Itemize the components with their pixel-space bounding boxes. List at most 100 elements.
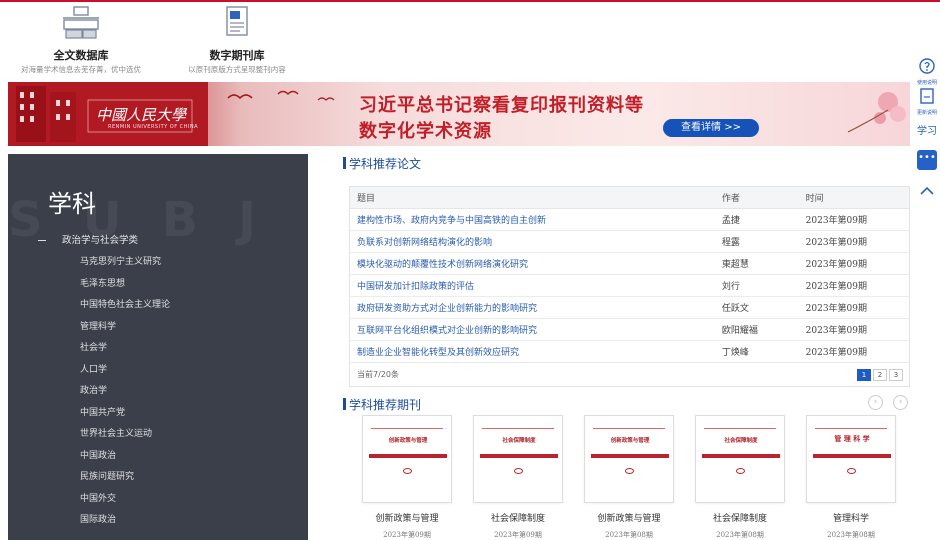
paper-date: 2023年第09期	[798, 230, 910, 253]
journal-card[interactable]: 社会保障制度 社会保障制度 2023年第08期	[695, 415, 785, 540]
journal-card[interactable]: 管 理 科 学 管理科学 2023年第08期	[806, 415, 896, 540]
recommended-papers-title: 学科推荐论文	[342, 157, 422, 171]
bird-decoration-icon	[227, 90, 335, 101]
paper-title-link[interactable]: 负联系对创新网络结构演化的影响	[349, 230, 715, 253]
subject-item[interactable]: 毛泽东思想	[80, 274, 170, 296]
chat-icon: •••	[917, 150, 937, 170]
journal-icon	[226, 6, 248, 36]
cover-title: 创新政策与管理	[388, 438, 428, 444]
subject-item[interactable]: 中国外交	[80, 489, 170, 511]
subject-item[interactable]: 人口学	[80, 360, 170, 382]
journal-name[interactable]: 创新政策与管理	[584, 511, 674, 524]
subject-title: 学科	[48, 190, 96, 218]
table-row: 建构性市场、政府内竞争与中国高铁的自主创新 孟捷 2023年第09期	[349, 208, 910, 231]
journal-card[interactable]: 社会保障制度 社会保障制度 2023年第09期	[473, 415, 563, 540]
paper-title-link[interactable]: 建构性市场、政府内竞争与中国高铁的自主创新	[349, 208, 715, 231]
column-header-date: 时间	[798, 186, 910, 209]
digital-journal-card[interactable]: 数字期刊库 以原刊原版方式呈现整刊内容	[172, 6, 302, 75]
paper-title-link[interactable]: 中国研发加计扣除政策的评估	[349, 274, 715, 297]
journal-issue: 2023年第09期	[383, 531, 431, 539]
journal-name[interactable]: 社会保障制度	[695, 511, 785, 524]
carousel-prev-button[interactable]: ‹	[868, 395, 883, 410]
chat-widget[interactable]: •••	[916, 150, 938, 170]
cover-band	[369, 454, 447, 458]
cover-band	[813, 454, 891, 458]
cover-emblem-icon	[625, 468, 634, 474]
study-widget[interactable]: 学习	[916, 122, 938, 137]
promo-banner[interactable]: 中國人民大學 RENMIN UNIVERSITY OF CHINA 习近平总书记…	[8, 82, 910, 146]
paper-author: 東超慧	[714, 252, 799, 275]
table-footer: 当前7/20条 123	[350, 363, 910, 387]
subject-item[interactable]: 马克思列宁主义研究	[80, 252, 170, 274]
paper-author: 程露	[714, 230, 799, 253]
chevron-up-icon	[920, 186, 934, 195]
journal-cover[interactable]: 社会保障制度	[473, 415, 563, 503]
journal-card[interactable]: 创新政策与管理 创新政策与管理 2023年第09期	[362, 415, 452, 540]
cover-title: 管 理 科 学	[834, 435, 870, 443]
paper-title-link[interactable]: 互联网平台化组织模式对企业创新的影响研究	[349, 318, 715, 341]
cover-emblem-icon	[736, 468, 745, 474]
cover-rule	[704, 428, 776, 429]
paper-date: 2023年第09期	[798, 274, 910, 297]
column-header-title: 题目	[349, 186, 715, 209]
table-row: 中国研发加计扣除政策的评估 刘行 2023年第09期	[349, 274, 910, 297]
subject-item[interactable]: 世界社会主义运动	[80, 424, 170, 446]
subject-category-political-sociology[interactable]: 政治学与社会学类	[38, 232, 138, 246]
bookshelf-icon	[63, 6, 99, 39]
paper-date: 2023年第09期	[798, 318, 910, 341]
subject-item[interactable]: 中国特色社会主义理论	[80, 295, 170, 317]
journal-issue: 2023年第08期	[716, 531, 764, 539]
recommended-papers-table: 题目 作者 时间 建构性市场、政府内竞争与中国高铁的自主创新 孟捷 2023年第…	[349, 186, 910, 387]
help-widget[interactable]: 使用说明	[916, 58, 938, 86]
subject-item[interactable]: 管理科学	[80, 317, 170, 339]
cover-emblem-icon	[514, 468, 523, 474]
chevron-right-icon: ›	[898, 397, 903, 407]
subject-item[interactable]: 中国共产党	[80, 403, 170, 425]
subject-panel: SUBJ 学科 政治学与社会学类 马克思列宁主义研究 毛泽东思想 中国特色社会主…	[8, 154, 308, 540]
page-button-2[interactable]: 2	[873, 368, 887, 381]
update-widget[interactable]: 更新说明	[916, 88, 938, 116]
view-details-button[interactable]: 查看详情 >>	[663, 119, 759, 137]
paper-title-link[interactable]: 政府研发资助方式对企业创新能力的影响研究	[349, 296, 715, 319]
journal-name[interactable]: 管理科学	[806, 511, 896, 524]
paper-author: 任跃文	[714, 296, 799, 319]
journal-card[interactable]: 创新政策与管理 创新政策与管理 2023年第08期	[584, 415, 674, 540]
cover-rule	[371, 428, 443, 429]
table-row: 负联系对创新网络结构演化的影响 程露 2023年第09期	[349, 230, 910, 253]
university-logo-text: 中國人民大學	[96, 106, 187, 124]
cover-title: 社会保障制度	[502, 438, 536, 444]
page-button-3[interactable]: 3	[889, 368, 903, 381]
paper-author: 孟捷	[714, 208, 799, 231]
table-row: 制造业企业智能化转型及其创新效应研究 丁焕峰 2023年第09期	[349, 340, 910, 363]
fulltext-database-title: 全文数据库	[53, 49, 109, 62]
cover-title: 创新政策与管理	[610, 438, 650, 444]
carousel-next-button[interactable]: ›	[893, 395, 908, 410]
question-icon	[919, 58, 935, 74]
back-to-top-widget[interactable]	[916, 182, 938, 201]
subject-item[interactable]: 国际政治	[80, 510, 170, 532]
journal-name[interactable]: 创新政策与管理	[362, 511, 452, 524]
cover-emblem-icon	[403, 468, 412, 474]
table-row: 模块化驱动的颠覆性技术创新网络演化研究 東超慧 2023年第09期	[349, 252, 910, 275]
subject-item[interactable]: 民族问题研究	[80, 467, 170, 489]
cover-rule	[482, 428, 554, 429]
fulltext-database-card[interactable]: 全文数据库 对海量学术信息去芜存菁，优中选优	[16, 6, 146, 75]
paper-title-link[interactable]: 制造业企业智能化转型及其创新效应研究	[349, 340, 715, 363]
subject-item[interactable]: 政治学	[80, 381, 170, 403]
cover-rule	[815, 428, 887, 429]
table-footer-row: 当前7/20条 123	[350, 363, 910, 387]
journal-cover[interactable]: 社会保障制度	[695, 415, 785, 503]
journal-cover[interactable]: 创新政策与管理	[584, 415, 674, 503]
subject-item[interactable]: 中国政治	[80, 446, 170, 468]
help-widget-label: 使用说明	[916, 80, 937, 86]
subject-item[interactable]: 社会学	[80, 338, 170, 360]
journal-cover[interactable]: 管 理 科 学	[806, 415, 896, 503]
paper-title-link[interactable]: 模块化驱动的颠覆性技术创新网络演化研究	[349, 252, 715, 275]
cover-emblem-icon	[847, 468, 856, 474]
journal-name[interactable]: 社会保障制度	[473, 511, 563, 524]
journal-issue: 2023年第08期	[827, 531, 875, 539]
page-button-1[interactable]: 1	[857, 368, 871, 381]
collapse-icon	[38, 240, 46, 241]
table-header-row: 题目 作者 时间	[349, 186, 910, 209]
journal-cover[interactable]: 创新政策与管理	[362, 415, 452, 503]
